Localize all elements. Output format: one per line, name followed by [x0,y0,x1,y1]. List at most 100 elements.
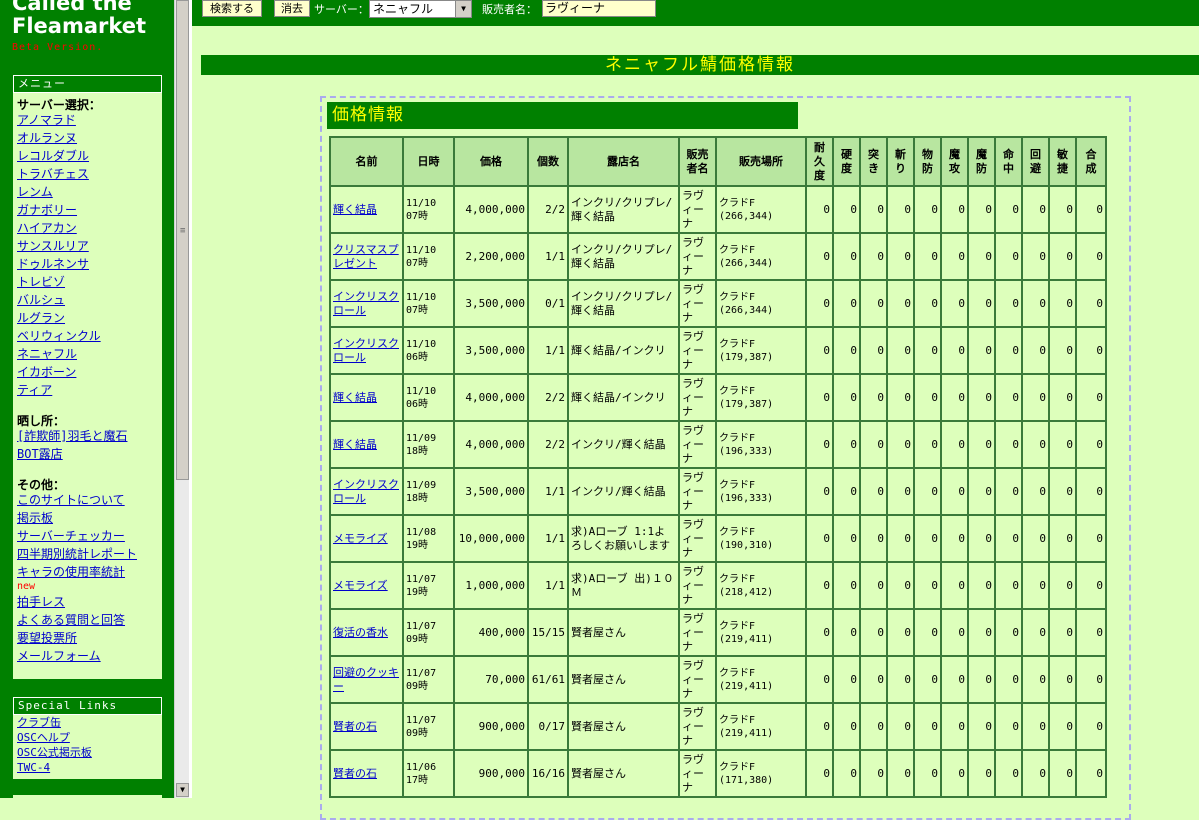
item-name-cell: 賢者の石 [329,702,404,751]
item-name-cell: 輝く結晶 [329,420,404,469]
other-link-b-2[interactable]: 要望投票所 [17,630,162,648]
left-frame-scrollbar[interactable]: ≡ ▼ [174,0,190,798]
item-name-link[interactable]: メモライズ [333,579,388,592]
search-button[interactable]: 検索する [202,0,262,17]
server-select[interactable]: ネニャフル ▼ [369,0,472,18]
special-link-2[interactable]: OSC公式掲示板 [17,745,162,760]
special-link-3[interactable]: TWC-4 [17,760,162,775]
item-name-link[interactable]: 賢者の石 [333,720,377,733]
server-link-7[interactable]: サンスルリア [17,238,162,256]
shop-name-cell: 賢者屋さん [567,608,680,657]
server-link-1[interactable]: オルランヌ [17,130,162,148]
server-link-10[interactable]: バルシュ [17,292,162,310]
item-name-link[interactable]: インクリスクロール [333,290,399,317]
clear-button[interactable]: 消去 [274,0,310,17]
server-link-15[interactable]: ティア [17,382,162,400]
price-cell: 3,500,000 [453,467,529,516]
stat-cell: 0 [805,655,834,704]
quantity-cell: 1/1 [527,232,569,281]
server-link-0[interactable]: アノマラド [17,112,162,130]
other-link-b-1[interactable]: よくある質問と回答 [17,612,162,630]
stat-cell: 0 [967,326,996,375]
shop-name-cell: 賢者屋さん [567,702,680,751]
exposure-link-0[interactable]: [詐欺師]羽毛と魔石 [17,428,162,446]
other-link-3[interactable]: 四半期別統計レポート [17,546,162,564]
server-link-3[interactable]: トラバチェス [17,166,162,184]
shop-name-cell: 求)Aローブ 1:1よろしくお願いします [567,514,680,563]
price-cell: 3,500,000 [453,326,529,375]
stat-cell: 0 [967,749,996,798]
stat-cell: 0 [1075,561,1107,610]
other-link-b-3[interactable]: メールフォーム [17,648,162,666]
stat-cell: 0 [805,749,834,798]
other-link-1[interactable]: 掲示板 [17,510,162,528]
stat-cell: 0 [1075,749,1107,798]
date-cell: 11/09 18時 [402,467,455,516]
scroll-down-arrow-icon[interactable]: ▼ [176,783,189,797]
server-link-5[interactable]: ガナボリー [17,202,162,220]
stat-cell: 0 [940,279,969,328]
item-name-link[interactable]: 復活の香水 [333,626,388,639]
item-name-link[interactable]: クリスマスプレゼント [333,243,399,270]
chevron-down-icon[interactable]: ▼ [455,1,471,17]
stat-cell: 0 [913,655,942,704]
table-row: メモライズ 11/08 19時 10,000,000 1/1 求)Aローブ 1:1よろし… [329,514,1107,563]
stat-cell: 0 [967,232,996,281]
stat-cell: 0 [994,373,1023,422]
stat-cell: 0 [1048,185,1077,234]
server-link-4[interactable]: レンム [17,184,162,202]
stat-cell: 0 [967,420,996,469]
price-cell: 10,000,000 [453,514,529,563]
special-link-0[interactable]: クラブ缶 [17,715,162,730]
column-header: 個数 [527,136,569,187]
stat-cell: 0 [859,608,888,657]
seller-name-input[interactable]: ラヴィーナ [542,0,656,17]
shop-name-cell: 賢者屋さん [567,655,680,704]
special-link-1[interactable]: OSCヘルプ [17,730,162,745]
other-link-b-0[interactable]: 拍手レス [17,594,162,612]
item-name-cell: 輝く結晶 [329,185,404,234]
server-link-6[interactable]: ハイアカン [17,220,162,238]
item-name-link[interactable]: 輝く結晶 [333,391,377,404]
other-link-2[interactable]: サーバーチェッカー [17,528,162,546]
stat-cell: 0 [1075,655,1107,704]
stat-cell: 0 [886,279,915,328]
item-name-link[interactable]: 輝く結晶 [333,438,377,451]
stat-cell: 0 [886,373,915,422]
new-tag: new [17,581,36,592]
item-name-link[interactable]: メモライズ [333,532,388,545]
item-name-link[interactable]: インクリスクロール [333,478,399,505]
scrollbar-thumb[interactable]: ≡ [176,0,189,480]
stat-cell: 0 [832,655,861,704]
server-link-9[interactable]: トレビゾ [17,274,162,292]
stat-cell: 0 [1075,373,1107,422]
stat-cell: 0 [805,326,834,375]
stat-cell: 0 [1075,608,1107,657]
other-link-4[interactable]: キャラの使用率統計 [17,564,162,582]
item-name-cell: インクリスクロール [329,279,404,328]
item-name-link[interactable]: 輝く結晶 [333,203,377,216]
stat-cell: 0 [805,185,834,234]
stat-cell: 0 [994,655,1023,704]
server-link-2[interactable]: レコルダブル [17,148,162,166]
item-name-link[interactable]: 賢者の石 [333,767,377,780]
server-link-8[interactable]: ドゥルネンサ [17,256,162,274]
server-link-12[interactable]: ベリウィンクル [17,328,162,346]
server-link-13[interactable]: ネニャフル [17,346,162,364]
frame-separator [189,0,192,798]
date-cell: 11/08 19時 [402,514,455,563]
table-row: 賢者の石 11/06 17時 900,000 16/16 賢者屋さん ラヴィーナ クラドF … [329,749,1107,798]
other-link-0[interactable]: このサイトについて [17,492,162,510]
stat-cell: 0 [940,326,969,375]
quantity-cell: 2/2 [527,420,569,469]
server-link-14[interactable]: イカボーン [17,364,162,382]
item-name-link[interactable]: インクリスクロール [333,337,399,364]
stat-cell: 0 [913,232,942,281]
stat-cell: 0 [1075,279,1107,328]
exposure-link-1[interactable]: BOT露店 [17,446,162,464]
stat-cell: 0 [886,185,915,234]
item-name-link[interactable]: 回避のクッキー [333,666,399,693]
stat-cell: 0 [886,326,915,375]
server-link-11[interactable]: ルグラン [17,310,162,328]
stat-cell: 0 [805,467,834,516]
